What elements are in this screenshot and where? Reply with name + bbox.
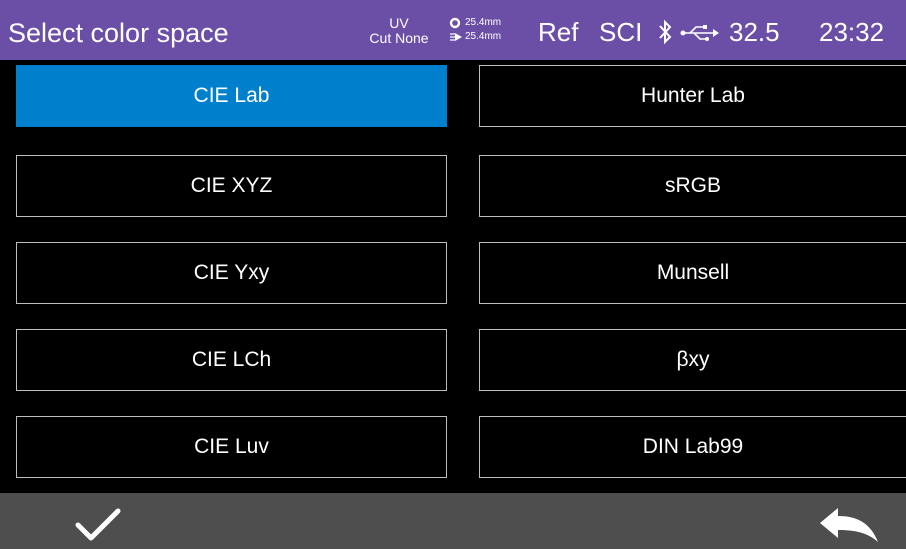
option-cie-luv[interactable]: CIE Luv	[16, 416, 447, 478]
option-cie-lch[interactable]: CIE LCh	[16, 329, 447, 391]
back-button[interactable]	[818, 505, 880, 545]
usb-icon	[680, 25, 719, 41]
back-arrow-icon	[820, 508, 878, 542]
status-bar: Select color space UV Cut None 25.4mm 25…	[0, 0, 906, 60]
uv-label: UV	[389, 15, 409, 31]
bottom-toolbar	[0, 493, 906, 549]
clock: 23:32	[819, 17, 885, 47]
uv-mode-indicator: UV Cut None	[358, 16, 440, 46]
aperture-indicator: 25.4mm 25.4mm	[449, 16, 501, 44]
option-hunter-lab[interactable]: Hunter Lab	[479, 65, 906, 127]
temperature-readout: 32.5	[729, 17, 780, 47]
uv-value: Cut None	[369, 30, 429, 46]
option-cie-yxy[interactable]: CIE Yxy	[16, 242, 447, 304]
option-munsell[interactable]: Munsell	[479, 242, 906, 304]
aperture-ring-icon	[449, 17, 461, 29]
sci-mode-indicator: SCI	[599, 17, 643, 47]
option-beta-xy[interactable]: βxy	[479, 329, 906, 391]
checkmark-icon	[75, 508, 121, 541]
option-din-lab99[interactable]: DIN Lab99	[479, 416, 906, 478]
confirm-button[interactable]	[74, 505, 122, 545]
option-cie-xyz[interactable]: CIE XYZ	[16, 155, 447, 217]
ref-indicator: Ref	[538, 17, 579, 47]
page-title: Select color space	[8, 18, 229, 48]
option-cie-lab[interactable]: CIE Lab	[16, 65, 447, 127]
illumination-icon	[450, 33, 462, 41]
bluetooth-icon	[659, 19, 672, 45]
option-srgb[interactable]: sRGB	[479, 155, 906, 217]
aperture-illumination-value: 25.4mm	[465, 31, 502, 42]
aperture-measure-value: 25.4mm	[465, 17, 502, 28]
